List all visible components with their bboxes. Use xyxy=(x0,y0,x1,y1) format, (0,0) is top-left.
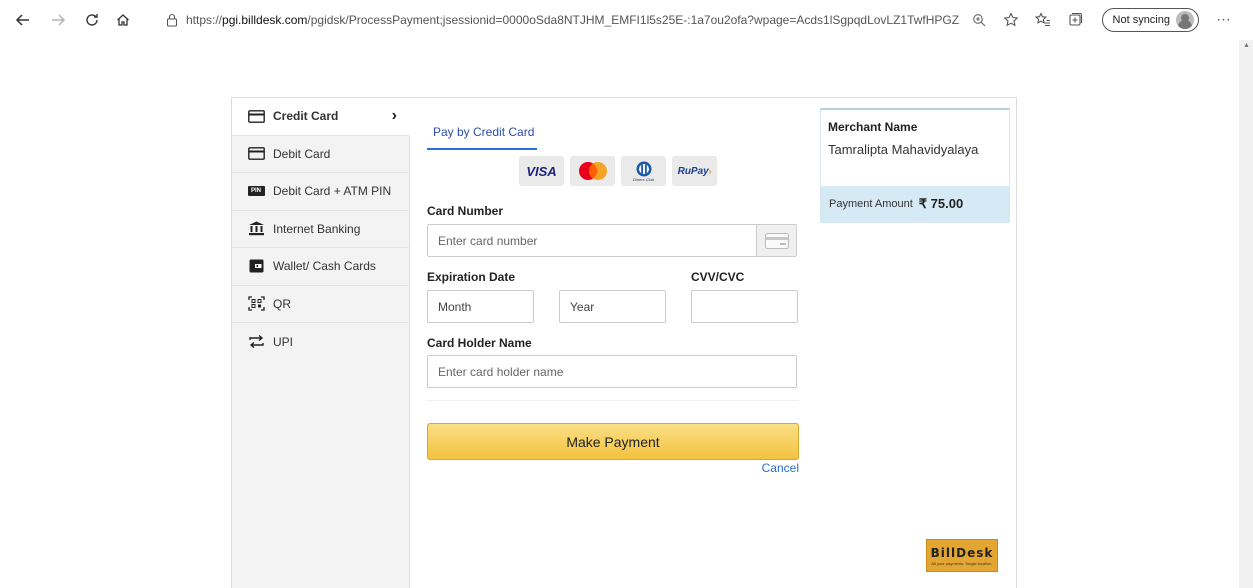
collections-icon[interactable] xyxy=(1064,9,1086,31)
cancel-link[interactable]: Cancel xyxy=(762,461,799,475)
url-text: https://pgi.billdesk.com/pgidsk/ProcessP… xyxy=(186,13,959,27)
payment-panel: Credit Card › Debit Card PIN Debit Card … xyxy=(231,97,1017,588)
sidebar-item-label: Internet Banking xyxy=(273,221,361,236)
favorite-star-icon[interactable] xyxy=(1000,9,1022,31)
expiry-year-value: Year xyxy=(570,299,595,314)
make-payment-button[interactable]: Make Payment xyxy=(427,423,799,460)
cvv-input[interactable] xyxy=(691,290,798,323)
card-number-input[interactable]: Enter card number xyxy=(427,224,797,257)
rupay-arrow-icon: › xyxy=(708,166,712,176)
chevron-right-icon: › xyxy=(391,107,397,124)
sidebar-item-internet-banking[interactable]: Internet Banking xyxy=(232,211,409,248)
sidebar-item-debit-card[interactable]: Debit Card xyxy=(232,136,409,173)
debit-card-icon xyxy=(247,147,265,161)
url-host: pgi.billdesk.com xyxy=(222,13,308,27)
expiry-year-select[interactable]: Year xyxy=(559,290,666,323)
scroll-up-arrow-icon[interactable]: ▲ xyxy=(1243,42,1250,49)
wallet-icon xyxy=(247,259,265,273)
sidebar-item-upi[interactable]: UPI xyxy=(232,323,409,361)
tab-pay-by-credit-card[interactable]: Pay by Credit Card xyxy=(427,125,537,150)
sidebar-item-label: Credit Card xyxy=(273,109,339,124)
rupay-logo: RuPay › xyxy=(672,156,717,186)
credit-card-icon xyxy=(247,109,265,123)
sidebar-item-wallet[interactable]: Wallet/ Cash Cards xyxy=(232,248,409,286)
card-holder-name-input[interactable]: Enter card holder name xyxy=(427,355,797,388)
pin-icon: PIN xyxy=(247,184,265,198)
sidebar-item-label: UPI xyxy=(273,334,294,349)
page-scrollbar[interactable]: ▲ xyxy=(1239,40,1253,588)
forward-arrow-icon[interactable] xyxy=(47,9,69,31)
card-network-logos: VISA Diners Club RuPay › xyxy=(519,156,717,186)
expiry-month-select[interactable]: Month xyxy=(427,290,534,323)
qr-icon xyxy=(247,296,265,311)
payment-amount-value: ₹ 75.00 xyxy=(918,196,964,211)
card-number-label: Card Number xyxy=(427,204,504,218)
sidebar-item-qr[interactable]: QR xyxy=(232,286,409,323)
sidebar-item-debit-atm-pin[interactable]: PIN Debit Card + ATM PIN xyxy=(232,173,409,211)
rupay-logo-text: RuPay xyxy=(677,165,709,177)
credit-card-form: Pay by Credit Card VISA Diners Club RuPa… xyxy=(427,98,799,588)
lock-icon xyxy=(166,13,178,27)
url-scheme: https:// xyxy=(186,13,223,27)
expiry-month-value: Month xyxy=(438,299,472,314)
payment-amount-bar: Payment Amount ₹ 75.00 xyxy=(821,186,1009,222)
favorites-list-icon[interactable] xyxy=(1032,9,1054,31)
payment-amount-label: Payment Amount xyxy=(829,198,913,210)
address-bar[interactable]: https://pgi.billdesk.com/pgidsk/ProcessP… xyxy=(166,9,959,31)
refresh-icon[interactable] xyxy=(81,9,103,31)
merchant-name: Tamralipta Mahavidyalaya xyxy=(828,142,979,157)
pin-badge: PIN xyxy=(247,186,265,197)
visa-logo: VISA xyxy=(519,156,564,186)
card-type-icon xyxy=(756,225,796,256)
bank-icon xyxy=(247,221,265,236)
diners-club-logo: Diners Club xyxy=(621,156,666,186)
sidebar-item-credit-card[interactable]: Credit Card › xyxy=(232,98,410,136)
home-icon[interactable] xyxy=(112,9,134,31)
sidebar-item-label: QR xyxy=(273,296,291,311)
billdesk-logo-text: BillDesk xyxy=(930,545,994,560)
zoom-icon[interactable] xyxy=(968,9,990,31)
url-path: /pgidsk/ProcessPayment;jsessionid=0000oS… xyxy=(307,13,960,27)
expiration-date-label: Expiration Date xyxy=(427,270,516,284)
sidebar-item-label: Wallet/ Cash Cards xyxy=(273,259,376,274)
card-holder-name-label: Card Holder Name xyxy=(427,336,532,350)
upi-icon xyxy=(247,335,265,349)
cvv-label: CVV/CVC xyxy=(691,270,745,284)
sync-profile-button[interactable]: Not syncing xyxy=(1101,8,1199,32)
sidebar-item-label: Debit Card + ATM PIN xyxy=(273,184,392,199)
sidebar-item-label: Debit Card xyxy=(273,146,331,161)
billdesk-logo: BillDesk All your payments. Single locat… xyxy=(926,539,998,572)
visa-logo-text: VISA xyxy=(526,163,557,179)
card-number-placeholder: Enter card number xyxy=(438,233,538,248)
more-menu-icon[interactable]: ··· xyxy=(1213,9,1235,31)
browser-toolbar: https://pgi.billdesk.com/pgidsk/ProcessP… xyxy=(0,0,1253,40)
toolbar-right: Not syncing ··· xyxy=(958,0,1235,40)
profile-avatar xyxy=(1176,11,1194,29)
billdesk-tagline: All your payments. Single location. xyxy=(931,560,993,566)
back-arrow-icon[interactable] xyxy=(12,9,34,31)
diners-logo-text: Diners Club xyxy=(633,176,654,182)
card-holder-placeholder: Enter card holder name xyxy=(438,364,564,379)
mastercard-logo xyxy=(570,156,615,186)
form-divider xyxy=(427,400,799,401)
merchant-summary: Merchant Name Tamralipta Mahavidyalaya P… xyxy=(820,108,1010,223)
sync-label: Not syncing xyxy=(1112,14,1170,26)
payment-methods-sidebar: Credit Card › Debit Card PIN Debit Card … xyxy=(232,98,410,588)
merchant-name-label: Merchant Name xyxy=(828,120,918,134)
